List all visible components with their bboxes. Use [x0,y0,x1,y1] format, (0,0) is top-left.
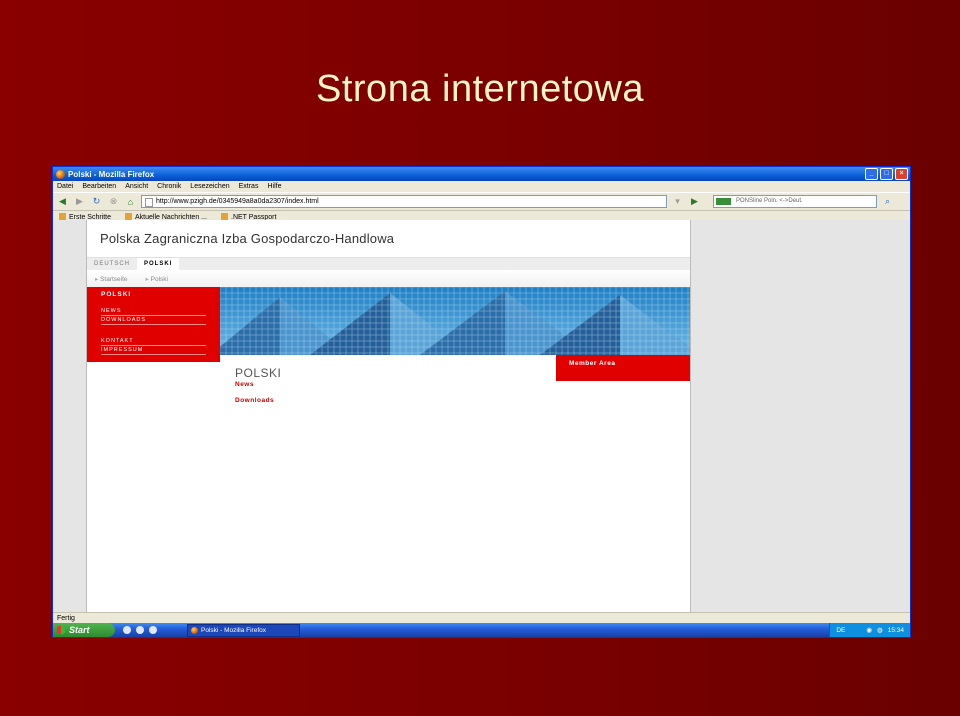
tab-deutsch[interactable]: DEUTSCH [87,258,137,270]
tray-icon[interactable]: ◍ [877,626,883,634]
window-title: Polski - Mozilla Firefox [68,169,155,179]
downloads-link[interactable]: Downloads [235,397,274,404]
sidebar-item-kontakt[interactable]: KONTAKT [101,337,206,346]
browser-content: Polska Zagraniczna Izba Gospodarczo-Hand… [53,220,910,612]
stop-icon[interactable]: ⊗ [107,196,120,207]
taskbar-item-firefox[interactable]: Polski - Mozilla Firefox [187,623,300,637]
navigation-toolbar: ◀ ▶ ↻ ⊗ ⌂ http://www.pzigh.de/0345949a8a… [53,192,910,211]
page-icon [145,198,153,207]
browser-window: Polski - Mozilla Firefox _ □ × Datei Bea… [52,166,911,638]
web-page: Polska Zagraniczna Izba Gospodarczo-Hand… [86,220,691,612]
page-title: POLSKI [235,366,282,380]
search-placeholder: PONSline Poln. <->Deut. [736,198,803,204]
search-engine-icon[interactable] [716,198,731,205]
sidebar-item-impressum[interactable]: IMPRESSUM [101,346,206,355]
menu-bar: Datei Bearbeiten Ansicht Chronik Lesezei… [53,181,910,192]
menu-lesezeichen[interactable]: Lesezeichen [190,183,229,190]
home-icon[interactable]: ⌂ [124,196,137,207]
reload-icon[interactable]: ↻ [90,196,103,207]
breadcrumb-startseite[interactable]: Startseite [95,275,127,283]
site-brand[interactable]: Polska Zagraniczna Izba Gospodarczo-Hand… [100,231,394,246]
desktop-icon[interactable] [123,626,131,634]
ie-icon[interactable] [136,626,144,634]
forward-icon[interactable]: ▶ [73,196,86,207]
sidebar-heading: POLSKI [101,291,132,298]
breadcrumb-polski[interactable]: Polski [146,275,168,283]
start-button[interactable]: Start [53,623,115,637]
language-tabs: DEUTSCH POLSKI [87,258,690,270]
search-field[interactable]: PONSline Poln. <->Deut. [713,195,877,208]
dropdown-icon[interactable]: ▾ [671,196,684,207]
address-text: http://www.pzigh.de/0345949a8a0da2307/in… [156,198,319,205]
firefox-icon [56,169,65,179]
title-bar[interactable]: Polski - Mozilla Firefox _ □ × [53,167,910,181]
tray-icon[interactable]: ◉ [866,626,872,634]
minimize-button[interactable]: _ [865,168,878,180]
menu-bearbeiten[interactable]: Bearbeiten [82,183,116,190]
slide-title: Strona internetowa [316,68,644,110]
go-icon[interactable]: ▶ [688,196,701,207]
close-button[interactable]: × [895,168,908,180]
member-area-button[interactable]: Member Area [556,355,690,381]
menu-ansicht[interactable]: Ansicht [125,183,148,190]
building-banner-image [220,287,690,355]
site-header: Polska Zagraniczna Izba Gospodarczo-Hand… [87,220,690,258]
back-icon[interactable]: ◀ [56,196,69,207]
menu-extras[interactable]: Extras [239,183,259,190]
breadcrumb: Startseite Polski [87,270,690,287]
sidebar-menu: POLSKI NEWS DOWNLOADS KONTAKT IMPRESSUM [87,287,220,362]
menu-hilfe[interactable]: Hilfe [267,183,281,190]
sidebar-item-downloads[interactable]: DOWNLOADS [101,316,206,325]
tab-polski[interactable]: POLSKI [137,258,180,270]
firefox-quicklaunch-icon[interactable] [149,626,157,634]
menu-chronik[interactable]: Chronik [157,183,181,190]
maximize-button[interactable]: □ [880,168,893,180]
search-icon[interactable]: ⌕ [881,196,894,207]
language-indicator[interactable]: DE [836,627,845,634]
system-tray: DE ◉ ◍ 15:34 [829,623,910,637]
address-bar[interactable]: http://www.pzigh.de/0345949a8a0da2307/in… [141,195,667,208]
clock: 15:34 [887,626,904,634]
sidebar-item-news[interactable]: NEWS [101,307,206,316]
news-link[interactable]: News [235,381,254,388]
menu-datei[interactable]: Datei [57,183,73,190]
taskbar: Start Polski - Mozilla Firefox DE ◉ ◍ 15… [53,623,910,637]
quick-launch [123,626,183,634]
